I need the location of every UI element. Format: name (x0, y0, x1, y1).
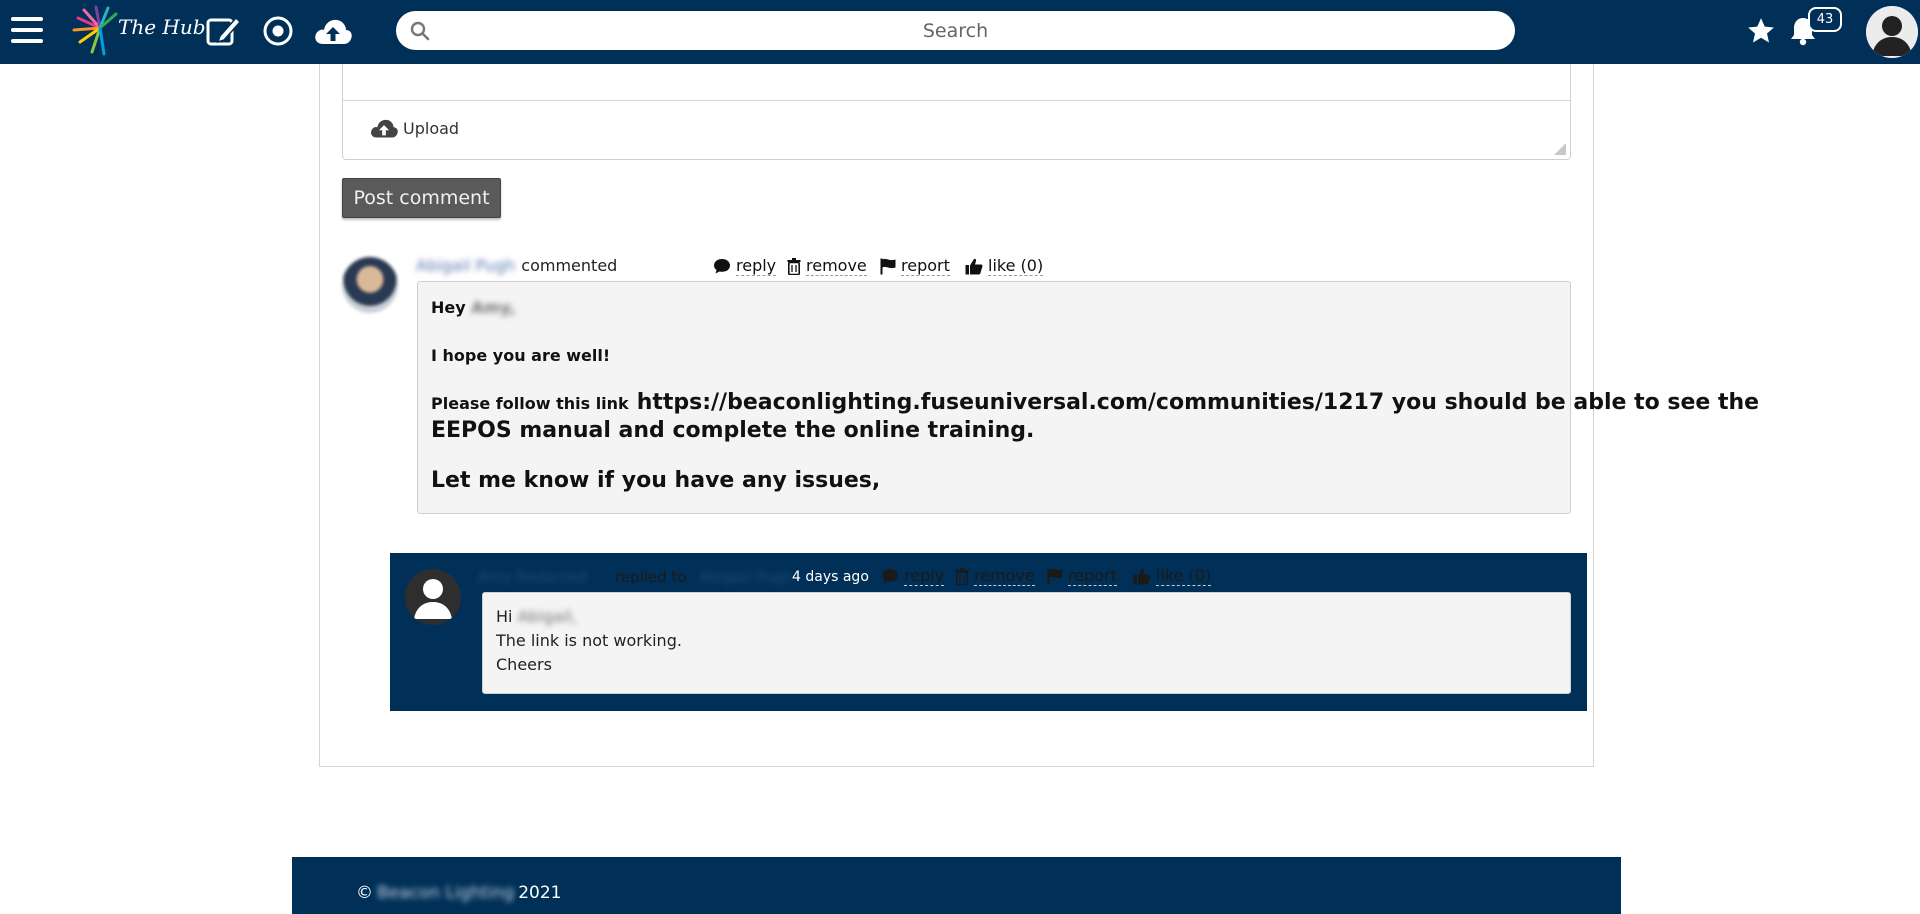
reply-reply-button[interactable]: reply (881, 564, 945, 588)
comment-author-link[interactable]: Abigail Pugh (416, 256, 515, 275)
comment-greeting-name: Amy, (471, 298, 516, 317)
user-silhouette-icon (405, 569, 461, 625)
reply-reply-label: reply (904, 566, 945, 586)
flag-icon (1047, 568, 1063, 584)
comment-reply-label: reply (736, 256, 777, 276)
comment-editor: Upload (342, 64, 1571, 160)
reply-verb: replied to (615, 568, 687, 586)
comment-remove-button[interactable]: remove (787, 254, 867, 278)
the-hub-logo[interactable]: The Hub (70, 4, 206, 58)
comment-like-button[interactable]: like (0) (965, 254, 1044, 278)
hamburger-menu-icon[interactable] (10, 14, 44, 46)
speech-bubble-icon (882, 568, 898, 583)
logo-text: The Hub (118, 15, 206, 39)
favorites-star-icon[interactable] (1744, 13, 1778, 49)
comment-meta: Abigail Pugh commented (416, 254, 617, 276)
reply-line-2: The link is not working. (496, 631, 682, 650)
upload-button[interactable]: Upload (369, 117, 459, 139)
upload-label: Upload (403, 118, 460, 138)
comment-line-3: Please follow this link https://beaconli… (431, 390, 1759, 415)
footer-company: Beacon Lighting (377, 883, 515, 903)
reply-greeting-name: Abigail, (517, 607, 578, 626)
thumbs-up-icon (965, 258, 983, 274)
thumbs-up-icon (1133, 568, 1151, 584)
reply-remove-button[interactable]: remove (955, 564, 1035, 588)
search-bar (396, 11, 1515, 50)
comment-report-label: report (901, 256, 950, 276)
search-icon (410, 21, 430, 41)
comment-line-4: Let me know if you have any issues, (431, 468, 881, 493)
comment-line-3-continued: EEPOS manual and complete the online tra… (431, 418, 1035, 443)
editor-divider (343, 100, 1570, 101)
comment-like-label: like (0) (988, 256, 1044, 276)
reply-remove-label: remove (974, 566, 1035, 586)
user-silhouette-icon (1866, 6, 1918, 58)
reply-target-link[interactable]: Abigail Pugh (700, 566, 793, 588)
record-circle-icon[interactable] (261, 13, 295, 49)
replier-avatar[interactable] (405, 569, 461, 625)
post-comment-button[interactable]: Post comment (342, 178, 501, 218)
reply-report-label: report (1068, 566, 1117, 586)
comment-greeting: Hey Amy, (431, 298, 516, 317)
comment-reply-button[interactable]: reply (713, 254, 777, 278)
logo-burst-icon (72, 5, 118, 56)
comment-greeting-prefix: Hey (431, 298, 466, 317)
copyright-symbol: © (356, 883, 373, 903)
user-avatar[interactable] (1866, 6, 1918, 58)
create-post-icon[interactable] (205, 13, 243, 49)
reply-greeting: Hi Abigail, (496, 607, 577, 626)
reply-report-button[interactable]: report (1047, 564, 1117, 588)
resize-handle-icon[interactable] (1554, 143, 1566, 155)
reply-like-label: like (0) (1156, 566, 1212, 586)
notification-count-badge[interactable]: 43 (1808, 7, 1842, 32)
reply-author-link[interactable]: Amy Redacted (478, 566, 587, 588)
search-input[interactable] (396, 11, 1515, 50)
trash-icon (787, 257, 801, 275)
reply-like-button[interactable]: like (0) (1133, 564, 1212, 588)
reply-greeting-prefix: Hi (496, 607, 513, 626)
comment-line-2: I hope you are well! (431, 346, 611, 365)
flag-icon (880, 258, 896, 274)
cloud-upload-icon[interactable] (312, 13, 354, 49)
comment-link-text[interactable]: https://beaconlighting.fuseuniversal.com… (637, 390, 1759, 415)
speech-bubble-icon (714, 258, 730, 273)
reply-body: Hi Abigail, The link is not working. Che… (482, 592, 1571, 694)
footer-year: 2021 (518, 883, 562, 903)
reply-line-3: Cheers (496, 655, 552, 674)
reply-timestamp: 4 days ago (792, 569, 869, 585)
footer-copyright: © Beacon Lighting 2021 (356, 883, 561, 903)
trash-icon (955, 567, 969, 585)
commenter-avatar[interactable] (342, 257, 398, 313)
cloud-upload-icon (370, 119, 398, 138)
comment-body: Hey Amy, I hope you are well! Please fol… (417, 281, 1759, 514)
comment-line-3-prefix: Please follow this link (431, 394, 629, 413)
page-footer: © Beacon Lighting 2021 (292, 857, 1621, 914)
comment-report-button[interactable]: report (880, 254, 950, 278)
comment-remove-label: remove (806, 256, 867, 276)
comment-verb: commented (521, 255, 618, 275)
